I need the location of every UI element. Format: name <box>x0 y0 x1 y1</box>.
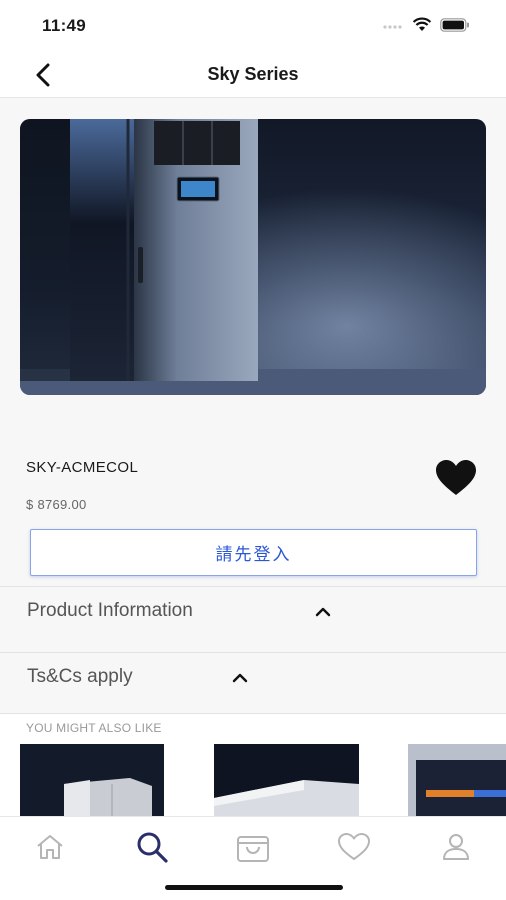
home-icon <box>37 835 63 859</box>
profile-icon <box>443 834 469 860</box>
chevron-up-icon <box>315 607 331 617</box>
bag-icon <box>237 836 269 862</box>
section-title-product-information: Product Information <box>27 600 193 621</box>
tab-cart[interactable] <box>233 827 273 867</box>
product-name: SKY-ACMECOL <box>26 459 139 476</box>
product-image <box>20 119 486 395</box>
battery-icon <box>440 17 469 32</box>
home-indicator <box>165 885 343 890</box>
tab-home[interactable] <box>30 827 70 867</box>
recommendation-card[interactable] <box>20 744 164 816</box>
search-icon <box>137 832 168 863</box>
tab-favorites[interactable] <box>334 827 374 867</box>
product-information-section[interactable]: Product Information <box>0 586 506 652</box>
signal-icon <box>383 24 402 29</box>
tab-profile[interactable] <box>436 827 476 867</box>
status-time: 11:49 <box>42 16 87 35</box>
wifi-icon <box>412 17 432 31</box>
page-title: Sky Series <box>207 64 299 84</box>
product-price: $ 8769.00 <box>26 497 87 512</box>
tab-search[interactable] <box>132 827 172 867</box>
terms-section[interactable]: Ts&Cs apply <box>0 652 506 714</box>
recommendations-title: YOU MIGHT ALSO LIKE <box>26 721 162 735</box>
heart-icon <box>338 833 370 860</box>
favorite-button[interactable] <box>434 458 478 498</box>
status-bar: 11:49 <box>0 0 506 50</box>
recommendation-card[interactable] <box>214 744 359 816</box>
nav-bar: Sky Series <box>0 50 506 98</box>
login-button[interactable]: 請先登入 <box>30 529 477 576</box>
heart-filled-icon <box>436 460 476 495</box>
status-icons <box>382 17 470 32</box>
recommendation-card[interactable] <box>408 744 506 816</box>
chevron-up-icon <box>232 673 248 683</box>
section-title-terms: Ts&Cs apply <box>27 666 133 687</box>
